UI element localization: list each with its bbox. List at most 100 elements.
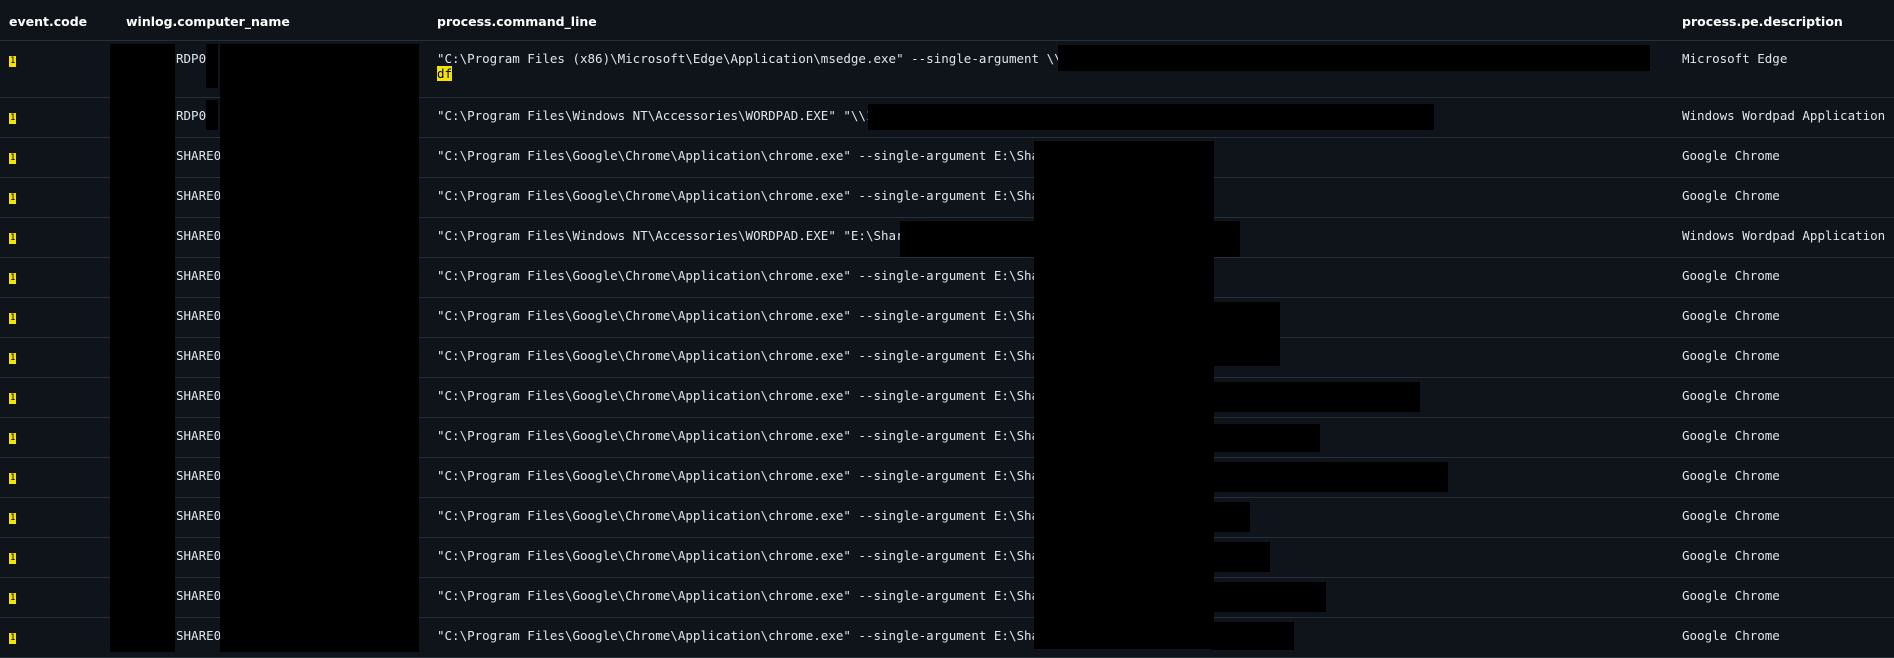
event-code-cell: 1 [9,51,17,67]
command-line-cell: "C:\Program Files\Google\Chrome\Applicat… [437,308,1092,323]
event-code-cell: 1 [9,268,17,284]
command-line-text: "C:\Program Files\Google\Chrome\Applicat… [437,428,1062,443]
event-code-value: 1 [9,273,17,284]
event-code-cell: 1 [9,588,17,604]
computer-name-cell: SHARE0 [176,428,222,443]
event-code-cell: 1 [9,508,17,524]
computer-name-cell: SHARE0 [176,228,222,243]
event-code-cell: 1 [9,348,17,364]
event-code-cell: 1 [9,548,17,564]
event-code-value: 1 [9,393,17,404]
description-cell: Google Chrome [1682,468,1780,483]
description-cell: Google Chrome [1682,588,1780,603]
event-code-value: 1 [9,113,17,124]
command-line-cell: "C:\Program Files\Google\Chrome\Applicat… [437,428,1092,443]
command-line-text: "C:\Program Files\Google\Chrome\Applicat… [437,508,1062,523]
description-cell: Windows Wordpad Application [1682,228,1886,243]
command-line-text: "C:\Program Files\Google\Chrome\Applicat… [437,188,1062,203]
event-code-value: 1 [9,153,17,164]
command-line-cell: "C:\Program Files\Google\Chrome\Applicat… [437,628,1085,643]
column-header-event-code[interactable]: event.code [9,14,87,29]
description-cell: Google Chrome [1682,188,1780,203]
column-header-description[interactable]: process.pe.description [1682,14,1843,29]
redaction-block [1210,302,1280,366]
command-line-cell: "C:\Program Files\Google\Chrome\Applicat… [437,588,1092,603]
computer-name-cell: SHARE0 [176,308,222,323]
command-line-cell: "C:\Program Files\Google\Chrome\Applicat… [437,148,1085,163]
command-line-text: "C:\Program Files\Google\Chrome\Applicat… [437,388,1062,403]
description-cell: Google Chrome [1682,308,1780,323]
search-highlight-wrap: df [437,66,453,81]
computer-name-cell: SHARE0 [176,348,222,363]
computer-name-cell: SHARE0 [176,468,222,483]
redaction-block [220,44,419,652]
computer-name-cell: SHARE0 [176,388,222,403]
command-line-cell: "C:\Program Files\Windows NT\Accessories… [437,228,971,243]
event-code-value: 1 [9,553,17,564]
column-header-computer-name[interactable]: winlog.computer_name [126,14,290,29]
event-code-value: 1 [9,313,17,324]
computer-name-cell: SHARE0 [176,508,222,523]
command-line-text: "C:\Program Files\Google\Chrome\Applicat… [437,268,1062,283]
command-line-cell: "C:\Program Files\Google\Chrome\Applicat… [437,508,1085,523]
event-code-cell: 1 [9,628,17,644]
computer-name-cell: SHARE0 [176,628,222,643]
event-code-cell: 1 [9,468,17,484]
command-line-cell: "C:\Program Files\Google\Chrome\Applicat… [437,388,1092,403]
description-cell: Google Chrome [1682,148,1780,163]
event-code-cell: 1 [9,108,17,124]
event-code-value: 1 [9,56,17,67]
event-code-cell: 1 [9,388,17,404]
command-line-cell: "C:\Program Files (x86)\Microsoft\Edge\A… [437,51,1100,81]
command-line-cell: "C:\Program Files\Windows NT\Accessories… [437,108,934,123]
command-line-text: "C:\Program Files\Google\Chrome\Applicat… [437,548,1062,563]
redaction-block [206,100,218,130]
description-cell: Microsoft Edge [1682,51,1788,66]
computer-name-cell: SHARE0 [176,188,222,203]
event-code-value: 1 [9,473,17,484]
column-header-command-line[interactable]: process.command_line [437,14,597,29]
event-code-cell: 1 [9,308,17,324]
redaction-block [1210,542,1270,572]
command-line-text: "C:\Program Files\Google\Chrome\Applicat… [437,308,1062,323]
command-line-text: "C:\Program Files (x86)\Microsoft\Edge\A… [437,51,1085,66]
event-code-value: 1 [9,433,17,444]
command-line-cell: "C:\Program Files\Google\Chrome\Applicat… [437,268,1070,283]
command-line-cell: "C:\Program Files\Google\Chrome\Applicat… [437,348,1092,363]
redaction-block [1210,502,1250,532]
description-cell: Google Chrome [1682,268,1780,283]
description-cell: Google Chrome [1682,388,1780,403]
redaction-block [1210,424,1320,452]
command-line-cell: "C:\Program Files\Google\Chrome\Applicat… [437,548,1085,563]
event-code-value: 1 [9,633,17,644]
redaction-block [1034,141,1214,649]
redaction-block [900,221,1240,257]
command-line-text: "C:\Program Files\Google\Chrome\Applicat… [437,468,1062,483]
command-line-text: "C:\Program Files\Google\Chrome\Applicat… [437,348,1062,363]
redaction-block [110,44,175,652]
command-line-text: "C:\Program Files\Google\Chrome\Applicat… [437,628,1062,643]
command-line-text: "C:\Program Files\Google\Chrome\Applicat… [437,588,1062,603]
redaction-block [1210,622,1294,650]
event-code-value: 1 [9,593,17,604]
computer-name-cell: SHARE0 [176,148,222,163]
event-code-value: 1 [9,193,17,204]
redaction-block [868,104,1434,130]
description-cell: Google Chrome [1682,428,1780,443]
description-cell: Google Chrome [1682,348,1780,363]
description-cell: Windows Wordpad Application [1682,108,1886,123]
computer-name-cell: SHARE0 [176,588,222,603]
description-cell: Google Chrome [1682,548,1780,563]
command-line-cell: "C:\Program Files\Google\Chrome\Applicat… [437,468,1092,483]
command-line-text: "C:\Program Files\Windows NT\Accessories… [437,108,889,123]
event-code-cell: 1 [9,188,17,204]
redaction-block [1210,582,1326,612]
command-line-text: "C:\Program Files\Windows NT\Accessories… [437,228,927,243]
event-code-cell: 1 [9,428,17,444]
event-code-value: 1 [9,353,17,364]
event-code-cell: 1 [9,148,17,164]
table-header: event.code winlog.computer_name process.… [0,0,1894,41]
command-line-cell: "C:\Program Files\Google\Chrome\Applicat… [437,188,1085,203]
description-cell: Google Chrome [1682,508,1780,523]
redaction-block [206,44,218,88]
